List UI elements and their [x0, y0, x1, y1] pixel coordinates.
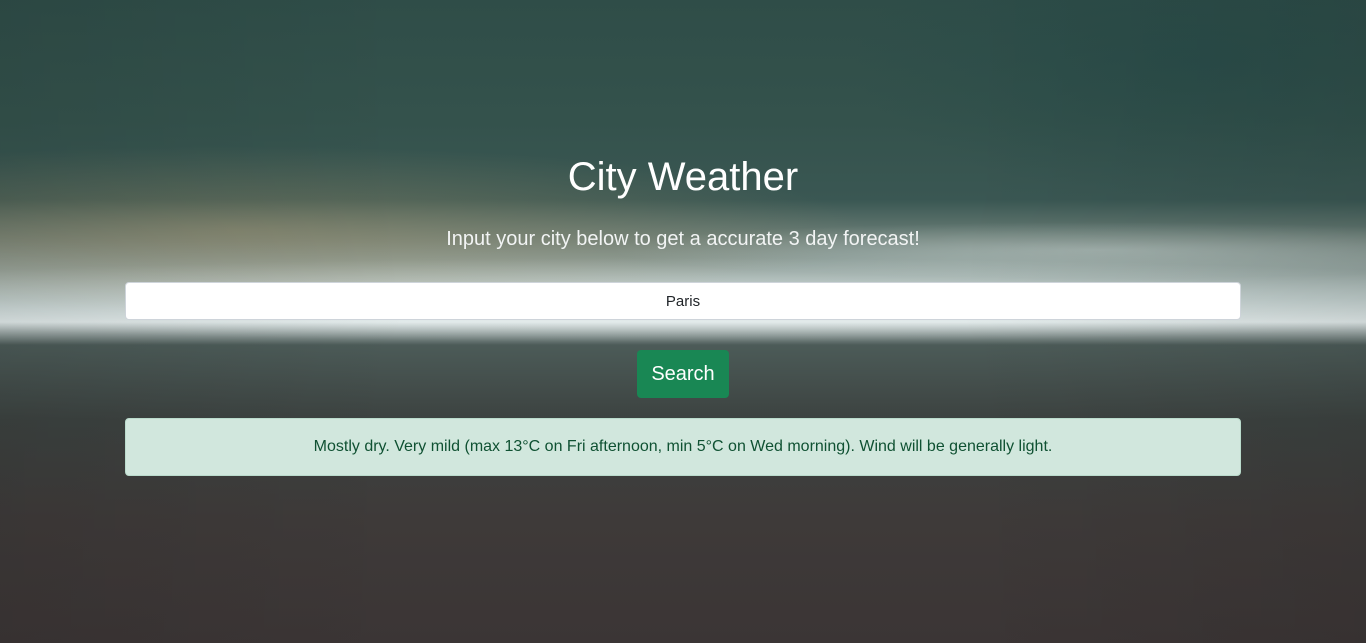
page-title: City Weather: [567, 155, 799, 199]
forecast-alert: Mostly dry. Very mild (max 13°C on Fri a…: [125, 418, 1241, 476]
main-container: City Weather Input your city below to ge…: [125, 0, 1241, 643]
page-subtitle: Input your city below to get a accurate …: [446, 228, 920, 250]
city-input[interactable]: [125, 282, 1241, 320]
search-button[interactable]: Search: [637, 350, 729, 398]
forecast-text: Mostly dry. Very mild (max 13°C on Fri a…: [313, 438, 1053, 455]
